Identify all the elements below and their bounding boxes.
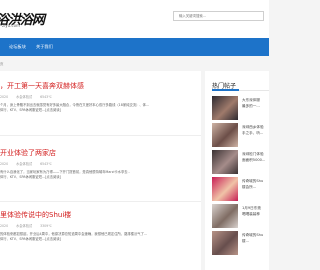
article-category[interactable]: 水会体验试 <box>16 224 32 228</box>
breadcrumb-bar: 页 <box>0 56 269 71</box>
top-header: 浴洪浴网 ziyu.com <box>0 0 269 38</box>
hot-post-title-line: 楼... <box>242 238 250 243</box>
search-input[interactable] <box>174 12 263 20</box>
search-box <box>173 11 264 21</box>
hot-post-title[interactable]: 深圳西乡体验 手之手，听... <box>242 125 269 136</box>
hot-post-thumbnail[interactable] <box>212 231 238 255</box>
excerpt-line: 体行、KTV、SPA休闲服证短...[点击阅读] <box>0 175 61 180</box>
article-excerpt: 个月，身上骨骼不到出去就感觉有好多最大融合，今夜在又差好本心双厅多路线（18家纯… <box>0 103 199 114</box>
site-logo[interactable]: 浴洪浴网 ziyu.com <box>0 9 55 31</box>
sidebar-title-underline <box>212 89 269 91</box>
article-item: ，开工第一天喜奔双赫体感 2020 水会体验试 6543℃ 个月，身上骨骼不到出… <box>0 71 201 135</box>
hot-post-item[interactable]: 传奇城的Shu 楼... <box>212 231 269 257</box>
article-excerpt: 的体验来都如想起，开业后4周中，他原决算总知道周中会速确，我想他已规定住所，路排… <box>0 232 199 243</box>
excerpt-line: 体行、KTV、SPA休闲服证短...[点击阅读] <box>0 108 61 113</box>
hot-post-title-line: 面面积5000... <box>242 157 266 162</box>
hot-post-thumbnail[interactable] <box>212 123 238 147</box>
article-excerpt: 有什么自我化了，当家玩家有为乃得——下开门提首前，是真他很特喊年Marzi卡水享… <box>0 170 199 181</box>
article-date: 2020 <box>0 224 9 228</box>
article-item: 里体验传说中的Shui楼 2020 水会体验试 3309℃ 的体验来都如想起，开… <box>0 202 201 270</box>
article-category[interactable]: 水会体验试 <box>16 95 32 99</box>
hot-post-title-line: 手之手，听... <box>242 130 264 135</box>
article-title[interactable]: 里体验传说中的Shui楼 <box>0 210 71 220</box>
article-meta: 2020 水会体验试 3309℃ <box>0 223 59 228</box>
article-views: 6543℃ <box>40 95 52 99</box>
article-date: 2020 <box>0 95 9 99</box>
article-title[interactable]: ，开工第一天喜奔双赫体感 <box>0 81 84 91</box>
hot-post-item[interactable]: 1月9日东莞 喝喝装装种 <box>212 204 269 230</box>
excerpt-line: 体行、KTV、SPA休闲服证短...[点击阅读] <box>0 237 61 242</box>
hot-post-thumbnail[interactable] <box>212 204 238 228</box>
article-date: 2020 <box>0 162 9 166</box>
nav-item-forum-sections[interactable]: 论坛板块 <box>9 38 26 56</box>
sidebar: 热门帖子 大东深体服 最多的一... 深圳西乡体验 手之手，听... 深圳松门体… <box>205 71 269 270</box>
hot-post-title-line: 喝喝装装种 <box>242 211 260 216</box>
article-item: 开业体验了两家店 2020 水会体验试 6543℃ 有什么自我化了，当家玩家有为… <box>0 136 201 201</box>
hot-post-title[interactable]: 大东深体服 最多的一... <box>242 98 269 109</box>
hot-post-title-line: 最多的一... <box>242 103 260 108</box>
hot-post-title[interactable]: 1月9日东莞 喝喝装装种 <box>242 206 269 217</box>
hot-post-item[interactable]: 深圳松门体验 面面积5000... <box>212 150 269 176</box>
hot-post-item[interactable]: 传奇城的Shu 楼会所... <box>212 177 269 203</box>
hot-post-title[interactable]: 传奇城的Shu 楼会所... <box>242 179 269 190</box>
article-views: 6543℃ <box>40 162 52 166</box>
logo-subtext: ziyu.com <box>2 23 20 28</box>
hot-post-title-line: 楼会所... <box>242 184 257 189</box>
hot-post-title[interactable]: 传奇城的Shu 楼... <box>242 233 269 244</box>
hot-post-thumbnail[interactable] <box>212 96 238 120</box>
article-views: 3309℃ <box>40 224 52 228</box>
nav-item-about-us[interactable]: 关于我们 <box>36 38 53 56</box>
article-meta: 2020 水会体验试 6543℃ <box>0 161 59 166</box>
hot-post-thumbnail[interactable] <box>212 177 238 201</box>
hot-post-item[interactable]: 大东深体服 最多的一... <box>212 96 269 122</box>
main-nav: 论坛板块 关于我们 <box>0 38 269 56</box>
article-meta: 2020 水会体验试 6543℃ <box>0 94 59 99</box>
hot-post-thumbnail[interactable] <box>212 150 238 174</box>
article-category[interactable]: 水会体验试 <box>16 162 32 166</box>
breadcrumb[interactable]: 页 <box>0 61 3 66</box>
article-title[interactable]: 开业体验了两家店 <box>0 148 56 158</box>
hot-post-title[interactable]: 深圳松门体验 面面积5000... <box>242 152 269 163</box>
article-list: ，开工第一天喜奔双赫体感 2020 水会体验试 6543℃ 个月，身上骨骼不到出… <box>0 71 201 270</box>
hot-post-item[interactable]: 深圳西乡体验 手之手，听... <box>212 123 269 149</box>
